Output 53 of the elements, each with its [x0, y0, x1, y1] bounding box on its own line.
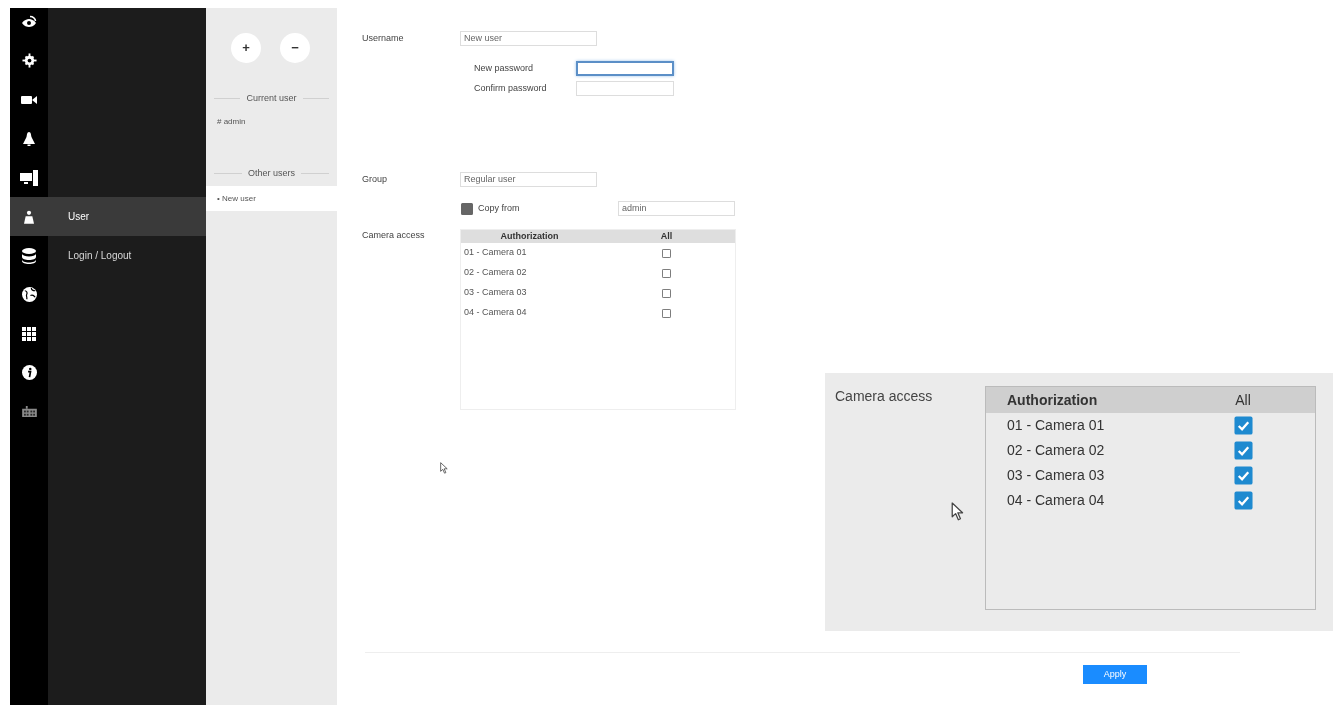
password-field[interactable]: [576, 61, 674, 76]
checkbox[interactable]: [662, 288, 671, 298]
cursor-icon: [951, 502, 964, 521]
database-icon[interactable]: [22, 247, 36, 264]
camera-name: 01 - Camera 01: [463, 246, 528, 260]
camera-name: 02 - Camera 02: [463, 266, 528, 280]
copy-from-field[interactable]: admin: [618, 201, 735, 216]
nav-item[interactable]: User: [10, 197, 206, 236]
field-label: Group: [362, 172, 388, 186]
person-icon[interactable]: [24, 208, 34, 225]
camera-name: 03 - Camera 03: [1006, 466, 1106, 485]
checkbox[interactable]: [1233, 466, 1253, 485]
gear-icon[interactable]: [21, 53, 37, 68]
cursor-icon: [440, 462, 448, 474]
section-heading: Current user: [246, 92, 297, 105]
column-header: All: [659, 230, 674, 243]
eye-icon[interactable]: [21, 14, 37, 29]
grid-icon[interactable]: [22, 326, 36, 341]
column-header: All: [1234, 390, 1252, 410]
keypad-icon[interactable]: [21, 406, 37, 417]
group-field[interactable]: Regular user: [460, 172, 597, 187]
nav-item[interactable]: Login / Logout: [10, 236, 206, 275]
info-icon[interactable]: [21, 365, 37, 380]
user-list-item[interactable]: • New user: [206, 186, 337, 211]
column-header: Authorization: [1006, 390, 1099, 410]
camera-name: 01 - Camera 01: [1006, 416, 1106, 435]
field-label: Confirm password: [474, 81, 548, 95]
username-field[interactable]: New user: [460, 31, 597, 46]
checkbox[interactable]: [1233, 491, 1253, 510]
video-camera-icon[interactable]: [21, 94, 37, 105]
camera-name: 02 - Camera 02: [1006, 441, 1106, 460]
field-label: Camera access: [835, 387, 934, 406]
checkbox[interactable]: [461, 202, 473, 215]
field-label: Camera access: [362, 229, 426, 242]
section-heading: Other users: [248, 166, 295, 180]
camera-name: 03 - Camera 03: [463, 286, 528, 300]
column-header: Authorization: [499, 230, 560, 243]
computer-icon[interactable]: [20, 169, 38, 186]
checkbox[interactable]: [1233, 441, 1253, 460]
user-list-item[interactable]: # admin: [206, 109, 337, 135]
checkbox[interactable]: [662, 248, 671, 258]
camera-name: 04 - Camera 04: [1006, 491, 1106, 510]
remove-button[interactable]: −: [280, 33, 310, 63]
field-label: New password: [474, 61, 535, 75]
bell-icon[interactable]: [22, 131, 36, 146]
globe-icon[interactable]: [21, 287, 37, 302]
checkbox-label: Copy from: [478, 201, 521, 215]
checkbox[interactable]: [662, 308, 671, 318]
camera-name: 04 - Camera 04: [463, 306, 528, 320]
add-button[interactable]: +: [231, 33, 261, 63]
checkbox[interactable]: [662, 268, 671, 278]
field-label: Username: [362, 31, 405, 45]
checkbox[interactable]: [1233, 416, 1253, 435]
